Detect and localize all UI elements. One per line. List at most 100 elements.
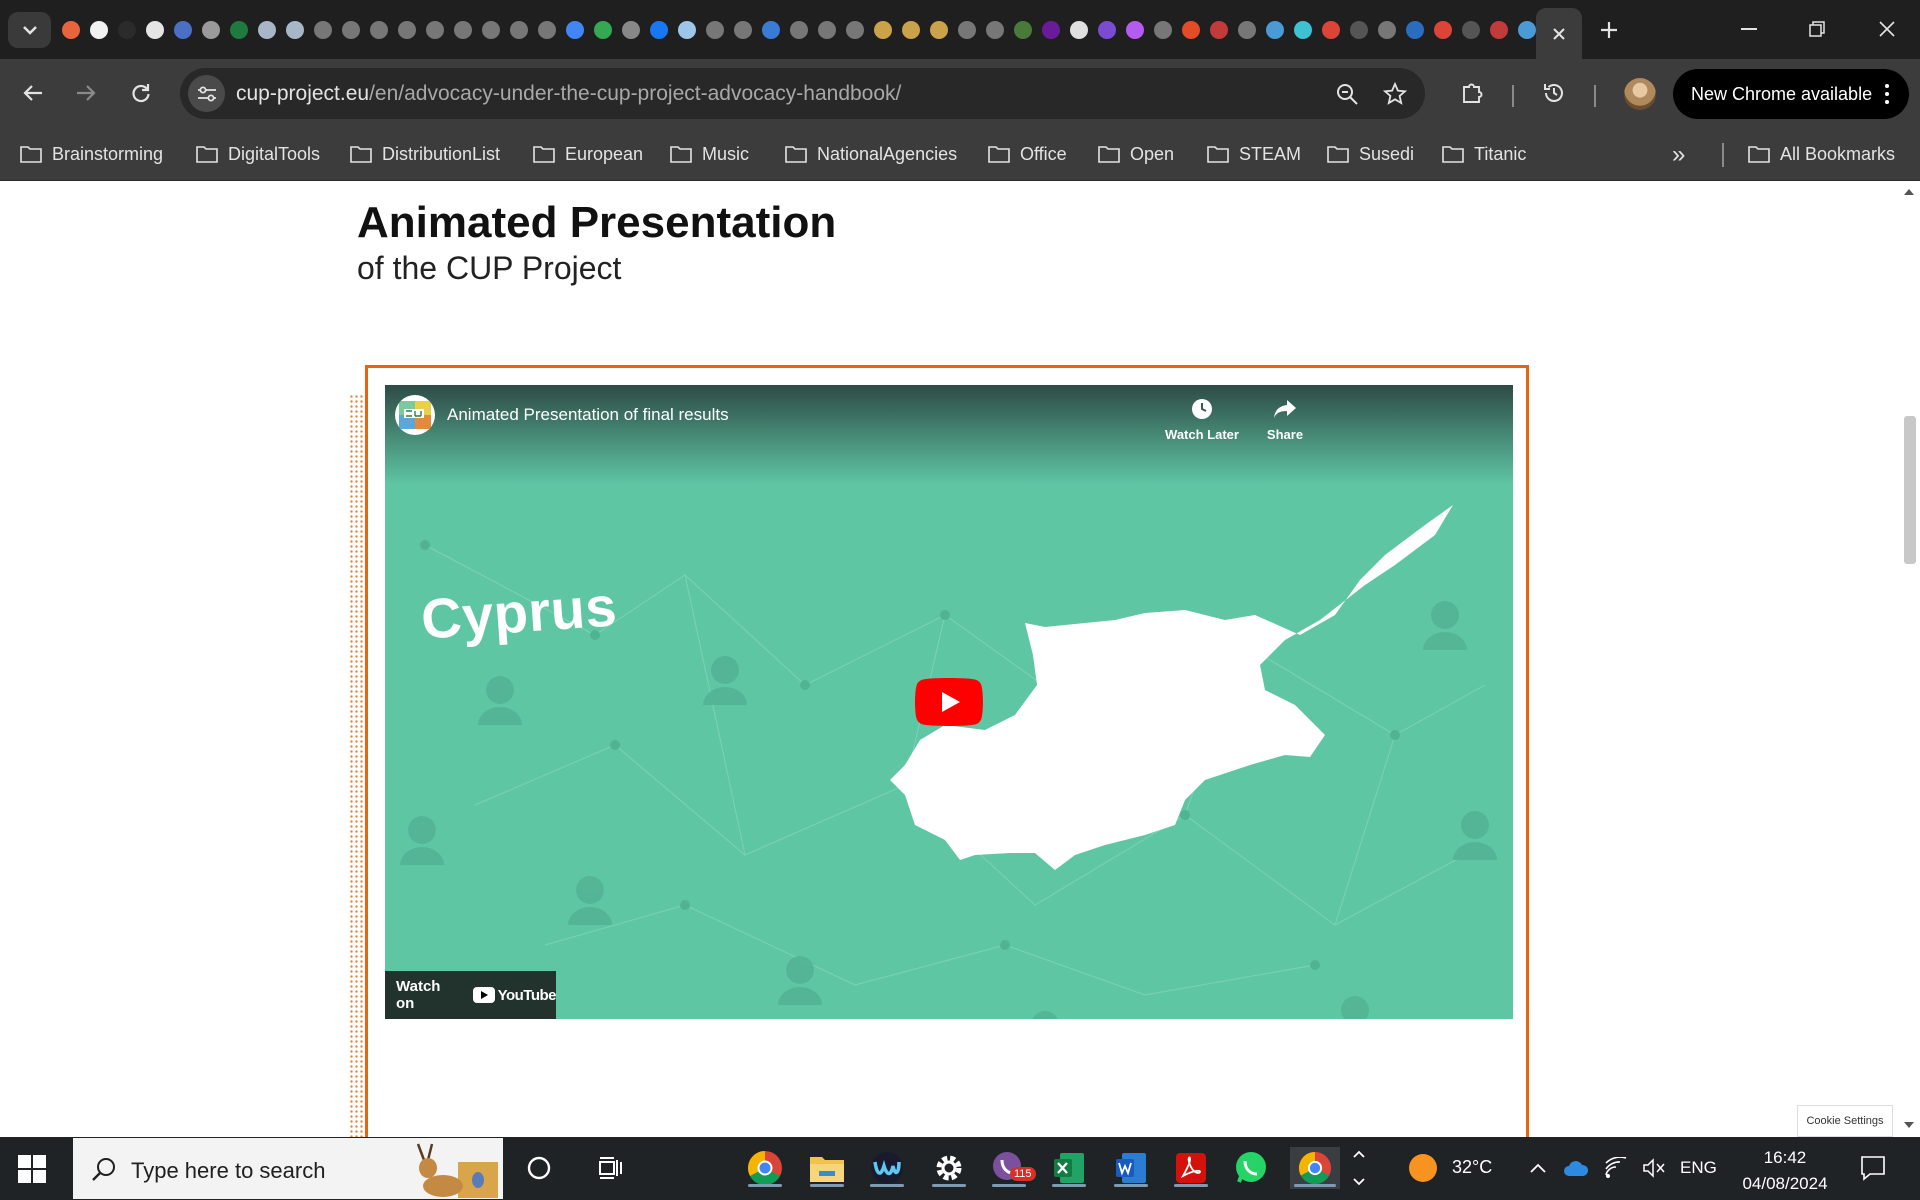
site-info-button[interactable] [188, 75, 225, 112]
bookmark-folder-european[interactable]: European [533, 141, 643, 167]
pinned-tab[interactable] [1346, 17, 1372, 43]
pinned-tab[interactable] [954, 17, 980, 43]
taskbar-settings[interactable] [928, 1147, 970, 1189]
bookmark-folder-distributionlist[interactable]: DistributionList [350, 141, 500, 167]
chrome-update-button[interactable]: New Chrome available [1673, 69, 1909, 119]
pinned-tab[interactable] [1318, 17, 1344, 43]
url-text[interactable]: cup-project.eu/en/advocacy-under-the-cup… [236, 82, 901, 106]
weather-temperature[interactable]: 32°C [1452, 1157, 1492, 1178]
address-bar[interactable]: cup-project.eu/en/advocacy-under-the-cup… [180, 68, 1425, 119]
bookmark-star-button[interactable] [1380, 79, 1410, 109]
play-button[interactable] [915, 678, 983, 726]
pinned-tab[interactable] [842, 17, 868, 43]
pinned-tab[interactable] [534, 17, 560, 43]
share-button[interactable]: Share [1240, 397, 1330, 442]
bookmark-folder-titanic[interactable]: Titanic [1442, 141, 1526, 167]
task-view-button[interactable] [591, 1147, 633, 1189]
pinned-tab[interactable] [254, 17, 280, 43]
close-icon[interactable] [1552, 27, 1566, 41]
pinned-tab[interactable] [982, 17, 1008, 43]
close-window-button[interactable] [1862, 12, 1912, 46]
pinned-tab[interactable] [1374, 17, 1400, 43]
zoom-button[interactable] [1332, 79, 1362, 109]
pinned-tab[interactable] [1010, 17, 1036, 43]
pinned-tab[interactable] [1290, 17, 1316, 43]
pinned-tab[interactable] [1402, 17, 1428, 43]
notification-center-button[interactable] [1852, 1147, 1894, 1189]
pinned-tab[interactable] [1150, 17, 1176, 43]
youtube-embed[interactable]: Animated Presentation of final results W… [385, 385, 1513, 1019]
bookmark-folder-steam[interactable]: STEAM [1207, 141, 1301, 167]
pinned-tab[interactable] [1122, 17, 1148, 43]
windows-start-button[interactable] [18, 1155, 46, 1183]
show-hidden-icons-button[interactable] [1524, 1147, 1552, 1189]
minimize-button[interactable] [1724, 12, 1774, 46]
volume-button[interactable] [1638, 1147, 1670, 1189]
bookmark-folder-office[interactable]: Office [988, 141, 1067, 167]
system-clock[interactable]: 16:42 04/08/2024 [1735, 1145, 1835, 1197]
more-menu-icon[interactable] [1885, 84, 1889, 104]
pinned-tab[interactable] [562, 17, 588, 43]
pinned-tab[interactable] [1038, 17, 1064, 43]
network-button[interactable] [1600, 1147, 1632, 1189]
cookie-settings-button[interactable]: Cookie Settings [1797, 1105, 1893, 1137]
pinned-tab[interactable] [1430, 17, 1456, 43]
pinned-tab[interactable] [702, 17, 728, 43]
taskbar-search-box[interactable]: Type here to search [73, 1138, 503, 1199]
new-tab-button[interactable] [1594, 16, 1624, 44]
pinned-tab[interactable] [618, 17, 644, 43]
pinned-tab[interactable] [226, 17, 252, 43]
channel-avatar[interactable] [395, 395, 435, 435]
pinned-tab[interactable] [898, 17, 924, 43]
pinned-tab[interactable] [730, 17, 756, 43]
history-button[interactable] [1534, 73, 1574, 113]
bookmark-folder-nationalagencies[interactable]: NationalAgencies [785, 141, 957, 167]
cortana-button[interactable] [518, 1147, 560, 1189]
pinned-tab[interactable] [86, 17, 112, 43]
active-tab[interactable] [1536, 8, 1582, 59]
restore-button[interactable] [1792, 12, 1842, 46]
scroll-up-arrow-icon[interactable] [1904, 189, 1914, 195]
pinned-tab[interactable] [478, 17, 504, 43]
pinned-tab[interactable] [646, 17, 672, 43]
taskbar-word[interactable] [1110, 1147, 1152, 1189]
pinned-tab[interactable] [450, 17, 476, 43]
pinned-tab[interactable] [926, 17, 952, 43]
pinned-tab[interactable] [170, 17, 196, 43]
pinned-tab[interactable] [1486, 17, 1512, 43]
video-title[interactable]: Animated Presentation of final results [447, 405, 729, 425]
pinned-tab[interactable] [674, 17, 700, 43]
all-bookmarks-button[interactable]: All Bookmarks [1748, 141, 1895, 167]
extensions-button[interactable] [1452, 73, 1492, 113]
pinned-tab[interactable] [1234, 17, 1260, 43]
bookmark-folder-digitaltools[interactable]: DigitalTools [196, 141, 320, 167]
taskbar-scroll-buttons[interactable] [1348, 1147, 1370, 1189]
taskbar-excel[interactable] [1048, 1147, 1090, 1189]
pinned-tab[interactable] [786, 17, 812, 43]
pinned-tab[interactable] [758, 17, 784, 43]
profile-avatar[interactable] [1624, 78, 1656, 110]
reload-button[interactable] [121, 73, 161, 113]
pinned-tab[interactable] [198, 17, 224, 43]
more-bookmarks-button[interactable]: » [1672, 141, 1685, 169]
taskbar-viber[interactable]: 115 [988, 1147, 1036, 1189]
forward-button[interactable] [66, 73, 106, 113]
taskbar-file-explorer[interactable] [806, 1147, 848, 1189]
back-button[interactable] [13, 73, 53, 113]
pinned-tab[interactable] [282, 17, 308, 43]
pinned-tab[interactable] [142, 17, 168, 43]
pinned-tab[interactable] [1178, 17, 1204, 43]
taskbar-chrome-active[interactable] [1290, 1147, 1340, 1189]
pinned-tab[interactable] [1094, 17, 1120, 43]
pinned-tab[interactable] [870, 17, 896, 43]
bookmark-folder-open[interactable]: Open [1098, 141, 1174, 167]
taskbar-chrome[interactable] [744, 1147, 786, 1189]
scroll-down-arrow-icon[interactable] [1904, 1122, 1914, 1128]
pinned-tab[interactable] [1206, 17, 1232, 43]
pinned-tab[interactable] [58, 17, 84, 43]
onedrive-button[interactable] [1560, 1147, 1592, 1189]
bookmark-folder-music[interactable]: Music [670, 141, 749, 167]
watch-later-button[interactable]: Watch Later [1157, 397, 1247, 442]
page-scrollbar[interactable] [1898, 182, 1920, 1137]
language-indicator[interactable]: ENG [1680, 1158, 1717, 1178]
